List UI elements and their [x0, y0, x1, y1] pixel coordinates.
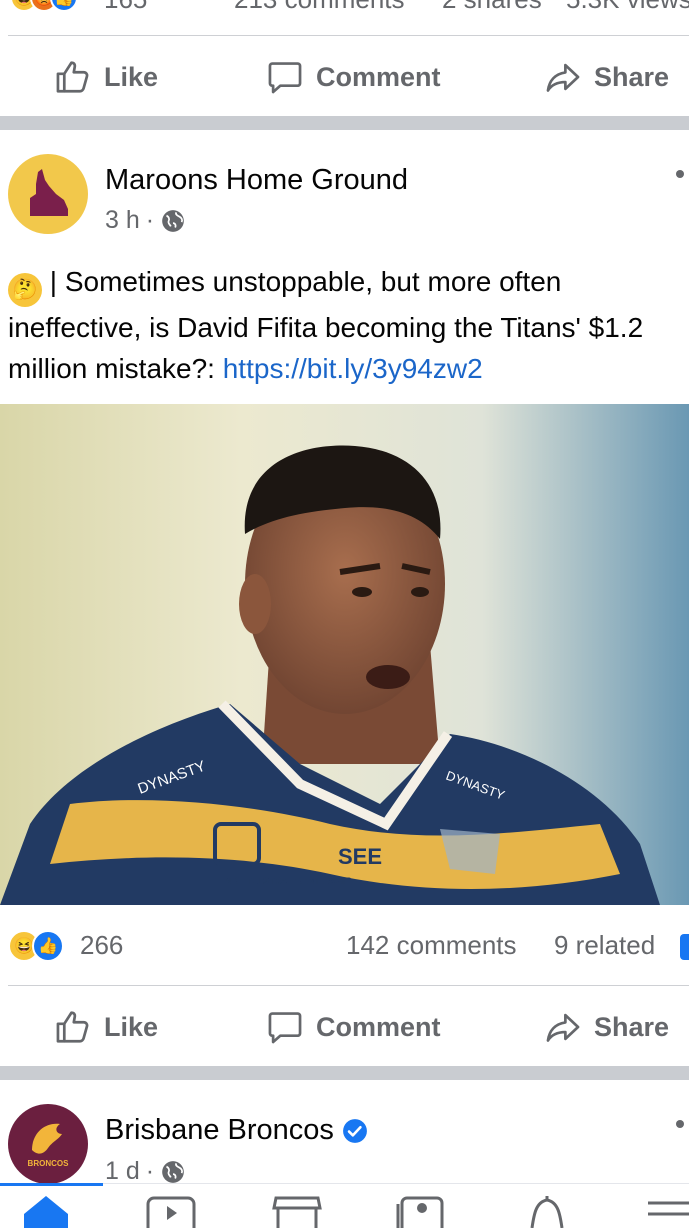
share-icon — [546, 63, 580, 92]
like-reaction-icon: 👍 — [50, 0, 78, 12]
related-count[interactable]: 9 related — [554, 930, 655, 961]
share-button[interactable]: Share — [544, 58, 669, 96]
prev-shares-count[interactable]: 2 shares — [442, 0, 542, 15]
like-button[interactable]: Like — [54, 1008, 158, 1046]
jersey-text-see: SEE — [338, 844, 382, 869]
comment-label: Comment — [316, 61, 441, 92]
page-avatar[interactable] — [8, 154, 88, 234]
post-separator — [0, 116, 689, 130]
comment-icon — [268, 62, 302, 94]
broncos-avatar-text: BRONCOS — [28, 1159, 70, 1168]
share-button[interactable]: Share — [544, 1008, 669, 1046]
post-separator — [0, 1066, 689, 1080]
news-icon[interactable] — [396, 1196, 446, 1228]
more-icon — [676, 170, 684, 178]
prev-post-actions: Like Comment Share — [0, 38, 689, 116]
like-reaction-icon: 👍 — [32, 930, 64, 962]
marketplace-icon[interactable] — [272, 1196, 322, 1228]
next-page-name-row: Brisbane Broncos — [105, 1114, 368, 1147]
page-name[interactable]: Maroons Home Ground — [105, 164, 408, 197]
post-photo[interactable]: DYNASTY DYNASTY NRL TELSTRA PREMIERSHIP … — [0, 404, 689, 905]
post-options-button[interactable] — [676, 170, 684, 178]
bronco-logo-icon: BRONCOS — [28, 1123, 70, 1168]
video-icon[interactable] — [146, 1196, 196, 1228]
comment-button[interactable]: Comment — [266, 58, 441, 96]
player-photo: DYNASTY DYNASTY NRL TELSTRA PREMIERSHIP … — [0, 404, 689, 905]
comment-icon — [268, 1012, 302, 1044]
next-post-time[interactable]: 1 d — [105, 1157, 140, 1186]
nav-active-indicator — [0, 1183, 103, 1186]
post-reactions[interactable]: 😆 👍 — [8, 930, 64, 962]
share-label: Share — [594, 61, 670, 92]
next-post-options-button[interactable] — [676, 1120, 684, 1128]
post-text: 🤔 | Sometimes unstoppable, but more ofte… — [8, 261, 678, 389]
comment-button[interactable]: Comment — [266, 1008, 441, 1046]
like-icon — [56, 61, 89, 93]
post-meta: 3 h · — [105, 206, 186, 235]
next-page-name[interactable]: Brisbane Broncos — [105, 1114, 334, 1147]
like-icon — [56, 1011, 89, 1043]
queensland-map-icon — [30, 169, 68, 216]
post-link[interactable]: https://bit.ly/3y94zw2 — [223, 353, 483, 384]
comment-label: Comment — [316, 1011, 441, 1042]
reactions-count[interactable]: 266 — [80, 930, 123, 961]
jersey-text-premiership: NRL TELSTRA PREMIERSHIP — [225, 876, 352, 886]
like-label: Like — [104, 1011, 159, 1042]
prev-reactions-count[interactable]: 165 — [104, 0, 147, 15]
prev-reactions[interactable]: 😆 😡 👍 — [10, 0, 78, 12]
meta-dot: · — [145, 1157, 155, 1185]
comments-count[interactable]: 142 comments — [346, 930, 517, 961]
home-icon[interactable] — [22, 1194, 70, 1228]
prev-comments-count[interactable]: 213 comments — [234, 0, 405, 15]
prev-views-count: 5.3K views — [566, 0, 689, 15]
next-post-meta: 1 d · — [105, 1157, 186, 1186]
globe-icon — [162, 1160, 184, 1183]
like-label: Like — [104, 61, 159, 92]
menu-icon[interactable] — [646, 1200, 689, 1228]
divider — [8, 985, 689, 986]
verified-icon — [342, 1118, 367, 1143]
share-label: Share — [594, 1011, 670, 1042]
prev-post-stats: 😆 😡 👍 165 213 comments 2 shares 5.3K vie… — [0, 0, 689, 14]
divider — [8, 35, 689, 36]
related-icon — [680, 934, 689, 960]
broncos-avatar[interactable]: BRONCOS — [8, 1104, 88, 1184]
post-time[interactable]: 3 h — [105, 206, 140, 235]
bell-icon[interactable] — [524, 1194, 570, 1228]
share-icon — [546, 1013, 580, 1042]
thinking-face-icon: 🤔 — [8, 273, 42, 307]
meta-dot: · — [145, 206, 155, 234]
globe-icon — [162, 209, 184, 232]
post-actions: Like Comment Share — [0, 988, 689, 1066]
bottom-nav — [0, 1183, 689, 1228]
like-button[interactable]: Like — [54, 58, 158, 96]
more-icon — [676, 1120, 684, 1128]
